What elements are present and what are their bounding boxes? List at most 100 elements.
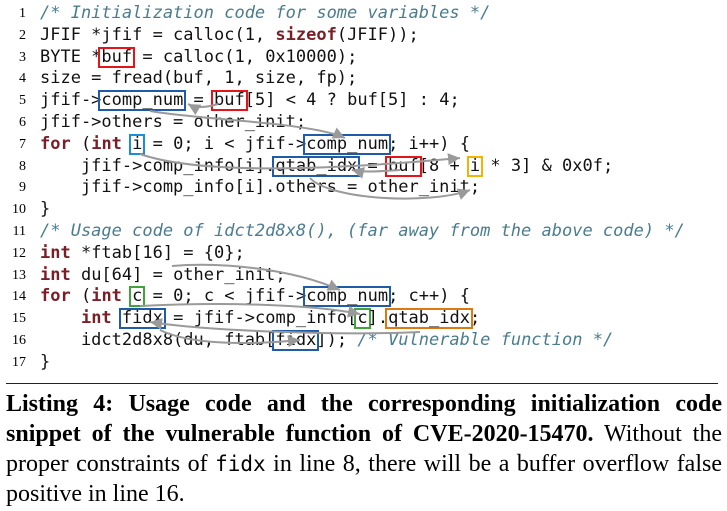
code-text: int fidx = jfif->comp_info[c].qtab_idx;	[40, 308, 481, 330]
line-number: 15	[12, 311, 26, 327]
highlight-box-red: buf	[211, 90, 248, 112]
line-number: 16	[12, 333, 26, 348]
line-number: 6	[19, 115, 26, 130]
code-token: ; c++) {	[388, 286, 470, 307]
line-number: 1	[19, 6, 26, 21]
code-token: =	[357, 155, 389, 176]
line-number: 17	[12, 354, 26, 370]
code-comment: /* Vulnerable function */	[357, 330, 614, 350]
code-token: size = fread(buf, 1, size, fp);	[40, 68, 358, 89]
line-number: 8	[19, 158, 26, 174]
caption-rule	[6, 383, 718, 384]
code-keyword: int	[80, 308, 112, 329]
line-number: 14	[12, 289, 26, 305]
line-number: 5	[19, 93, 26, 109]
code-text: }	[40, 199, 50, 219]
code-text: for (int c = 0; c < jfif->comp_num; c++)…	[40, 286, 470, 308]
code-text: /* Initialization code for some variable…	[40, 3, 490, 23]
code-token: [5] < 4 ? buf[5] : 4;	[244, 90, 460, 111]
code-line: 12 int *ftab[16] = {0};	[0, 242, 727, 264]
line-number: 9	[19, 180, 26, 196]
code-line: 2 JFIF *jfif = calloc(1, sizeof(JFIF));	[0, 24, 727, 46]
code-text: for (int i = 0; i < jfif->comp_num; i++)…	[40, 133, 470, 155]
highlight-box-blue: fidx	[118, 308, 166, 330]
highlight-box-blue: comp_num	[98, 90, 187, 112]
caption-mono: fidx	[215, 452, 266, 476]
code-line: 6 jfif->others = other_init;	[0, 111, 727, 133]
code-line: 4 size = fread(buf, 1, size, fp);	[0, 67, 727, 89]
code-text: jfif->comp_num = buf[5] < 4 ? buf[5] : 4…	[40, 90, 460, 112]
code-comment: /* Usage code of idct2d8x8(), (far away …	[40, 221, 685, 241]
line-number: 4	[19, 71, 26, 87]
code-line: 13 int du[64] = other_init;	[0, 264, 727, 286]
code-token: JFIF *jfif = calloc(1,	[40, 24, 276, 45]
code-line: 5 jfif->comp_num = buf[5] < 4 ? buf[5] : …	[0, 89, 727, 112]
code-token: jfif->comp_info[i].	[40, 155, 276, 176]
line-number: 13	[12, 267, 26, 283]
code-line: 3 BYTE *buf = calloc(1, 0x10000);	[0, 46, 727, 68]
line-number: 10	[12, 202, 26, 218]
highlight-box-blue: fidx	[272, 330, 320, 351]
code-text: jfif->comp_info[i].qtab_idx = buf[8 + i …	[40, 155, 614, 177]
code-token: (	[70, 133, 92, 154]
code-keyword: int	[91, 133, 122, 154]
highlight-box-red: buf	[98, 46, 136, 68]
code-token: * 3] & 0x0f;	[480, 155, 614, 176]
code-text: jfif->comp_info[i].others = other_init;	[40, 177, 480, 197]
code-token: ;	[469, 308, 481, 329]
code-line: 11 /* Usage code of idct2d8x8(), (far awa…	[0, 220, 727, 242]
code-token: *ftab[16] = {0};	[70, 242, 245, 263]
code-token: [8 +	[418, 155, 470, 176]
code-comment: /* Initialization code for some variable…	[40, 3, 491, 23]
code-token: du[64] = other_init;	[70, 264, 286, 285]
code-token: = jfif->comp_info[	[162, 308, 358, 329]
code-line: 14 for (int c = 0; c < jfif->comp_num; c+…	[0, 285, 727, 308]
highlight-box-blue: qtab_idx	[272, 155, 361, 177]
code-text: BYTE *buf = calloc(1, 0x10000);	[40, 46, 358, 68]
code-token: jfif->others = other_init;	[40, 112, 307, 132]
code-token: (JFIF));	[336, 24, 419, 45]
code-line: 10}	[0, 198, 727, 220]
highlight-box-red: buf	[385, 155, 422, 177]
code-token: }	[40, 199, 51, 220]
code-token: jfif->	[40, 90, 102, 111]
code-line: 1 /* Initialization code for some variabl…	[0, 2, 727, 24]
listing-caption: Listing 4: Usage code and the correspond…	[6, 389, 722, 509]
code-line: 8 jfif->comp_info[i].qtab_idx = buf[8 + …	[0, 155, 727, 177]
code-keyword: int	[91, 286, 122, 307]
code-token: = 0; c < jfif->	[142, 286, 307, 307]
code-line: 17}	[0, 351, 727, 373]
line-number: 3	[19, 49, 26, 65]
code-token: (	[70, 286, 92, 307]
highlight-box-blue: comp_num	[303, 133, 392, 155]
code-keyword: for	[40, 286, 71, 307]
code-token: BYTE *	[40, 46, 102, 67]
code-text: int *ftab[16] = {0};	[40, 243, 245, 263]
code-text: }	[40, 352, 50, 372]
code-line: 9 jfif->comp_info[i].others = other_init…	[0, 176, 727, 198]
line-number: 11	[12, 224, 26, 239]
code-token: = calloc(1, 0x10000);	[132, 46, 358, 67]
code-token: jfif->comp_info[i].others = other_init;	[40, 177, 481, 198]
code-line: 16 idct2d8x8(du, ftab[fidx]); /* Vulnera…	[0, 329, 727, 351]
code-text: jfif->others = other_init;	[40, 112, 306, 132]
code-token: ]);	[316, 330, 358, 350]
highlight-box-blue: comp_num	[303, 286, 392, 308]
code-listing: 1 /* Initialization code for some variabl…	[0, 0, 727, 380]
code-keyword: int	[40, 242, 71, 263]
highlight-box-orange: qtab_idx	[385, 308, 473, 330]
code-text: JFIF *jfif = calloc(1, sizeof(JFIF));	[40, 25, 419, 45]
line-number: 7	[19, 136, 26, 152]
code-keyword: sizeof	[275, 24, 337, 45]
line-number: 2	[19, 27, 26, 43]
code-token: idct2d8x8(du, ftab[	[40, 330, 276, 350]
code-token: ; i++) {	[388, 133, 470, 154]
code-text: int du[64] = other_init;	[40, 265, 286, 285]
code-text: size = fread(buf, 1, size, fp);	[40, 68, 357, 88]
code-line: 7 for (int i = 0; i < jfif->comp_num; i++…	[0, 133, 727, 155]
code-token: = 0; i < jfif->	[142, 133, 307, 154]
code-keyword: int	[40, 264, 71, 285]
code-keyword: for	[40, 133, 71, 154]
code-text: /* Usage code of idct2d8x8(), (far away …	[40, 221, 685, 241]
